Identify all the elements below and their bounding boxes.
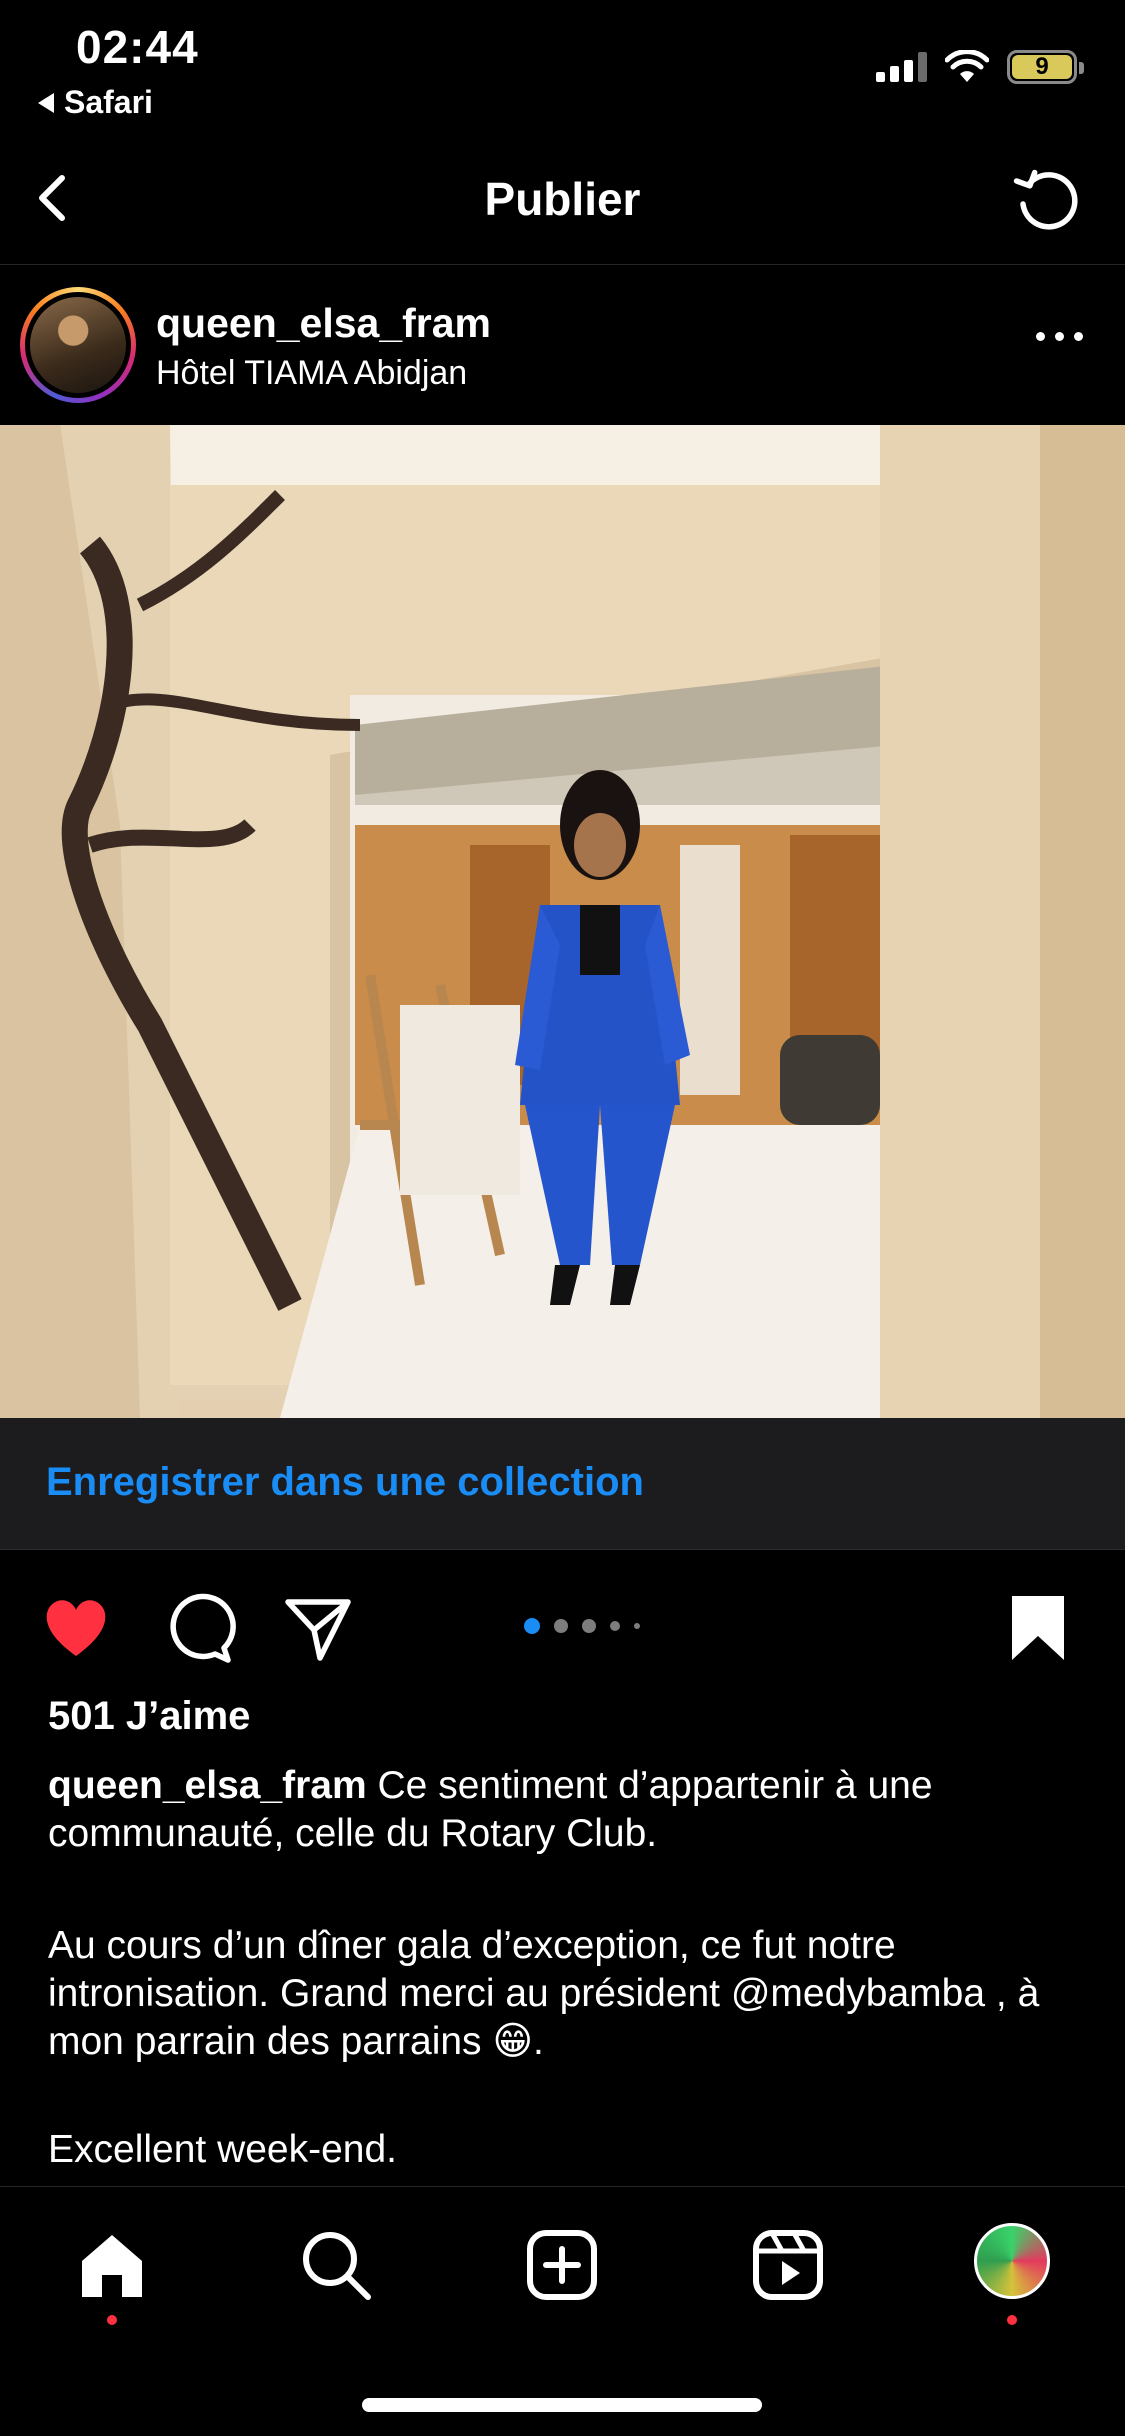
post-image-illustration xyxy=(0,425,1125,1418)
save-to-collection-link[interactable]: Enregistrer dans une collection xyxy=(46,1460,644,1505)
back-app-label: Safari xyxy=(64,84,153,120)
status-indicators: 9 xyxy=(876,50,1084,84)
carousel-dot xyxy=(582,1619,596,1633)
post-username[interactable]: queen_elsa_fram xyxy=(156,300,491,347)
wifi-icon xyxy=(945,50,989,82)
search-icon[interactable] xyxy=(298,2227,374,2303)
post-location[interactable]: Hôtel TIAMA Abidjan xyxy=(156,354,467,393)
carousel-dot xyxy=(554,1619,568,1633)
mention-link[interactable]: @medybamba xyxy=(731,1972,985,2015)
post-header: queen_elsa_fram Hôtel TIAMA Abidjan xyxy=(0,270,1125,425)
page-title: Publier xyxy=(484,173,641,225)
post-actions xyxy=(0,1580,1125,1670)
status-time: 02:44 xyxy=(76,21,199,73)
caption-paragraph-2: Au cours d’un dîner gala d’exception, ce… xyxy=(48,1922,1088,2066)
more-options-icon[interactable] xyxy=(1036,332,1083,341)
reels-icon[interactable] xyxy=(750,2227,826,2303)
cellular-signal-icon xyxy=(876,52,927,82)
carousel-dot-active xyxy=(524,1618,540,1634)
back-to-safari[interactable]: Safari xyxy=(38,84,153,121)
avatar-image xyxy=(30,297,126,393)
carousel-dot xyxy=(610,1621,620,1631)
bottom-tab-bar xyxy=(0,2186,1125,2436)
home-notification-dot xyxy=(107,2315,117,2325)
home-indicator xyxy=(362,2398,762,2412)
likes-count[interactable]: 501 J’aime xyxy=(48,1694,250,1739)
comment-bubble-icon[interactable] xyxy=(160,1590,236,1666)
paper-plane-icon[interactable] xyxy=(280,1590,356,1666)
status-bar: 02:44 Safari 9 xyxy=(0,0,1125,130)
caption-paragraph-3: Excellent week-end. xyxy=(48,2128,398,2171)
carousel-indicator xyxy=(524,1618,640,1634)
caption-username[interactable]: queen_elsa_fram xyxy=(48,1764,367,1807)
profile-notification-dot xyxy=(1007,2315,1017,2325)
back-triangle-icon xyxy=(38,92,54,113)
refresh-icon[interactable] xyxy=(1009,162,1085,238)
top-header: Publier xyxy=(0,150,1125,265)
profile-avatar-tab[interactable] xyxy=(974,2223,1050,2299)
heart-filled-icon[interactable] xyxy=(38,1590,114,1666)
bookmark-filled-icon[interactable] xyxy=(1000,1590,1076,1666)
carousel-dot xyxy=(634,1623,640,1629)
save-collection-bar: Enregistrer dans une collection xyxy=(0,1418,1125,1550)
battery-icon: 9 xyxy=(1007,50,1084,84)
avatar[interactable] xyxy=(20,287,136,403)
home-filled-icon[interactable] xyxy=(74,2227,150,2303)
post-photo[interactable] xyxy=(0,425,1125,1418)
battery-level: 9 xyxy=(1012,53,1072,80)
post-caption: queen_elsa_fram Ce sentiment d’apparteni… xyxy=(48,1762,1088,1858)
create-post-icon[interactable] xyxy=(524,2227,600,2303)
